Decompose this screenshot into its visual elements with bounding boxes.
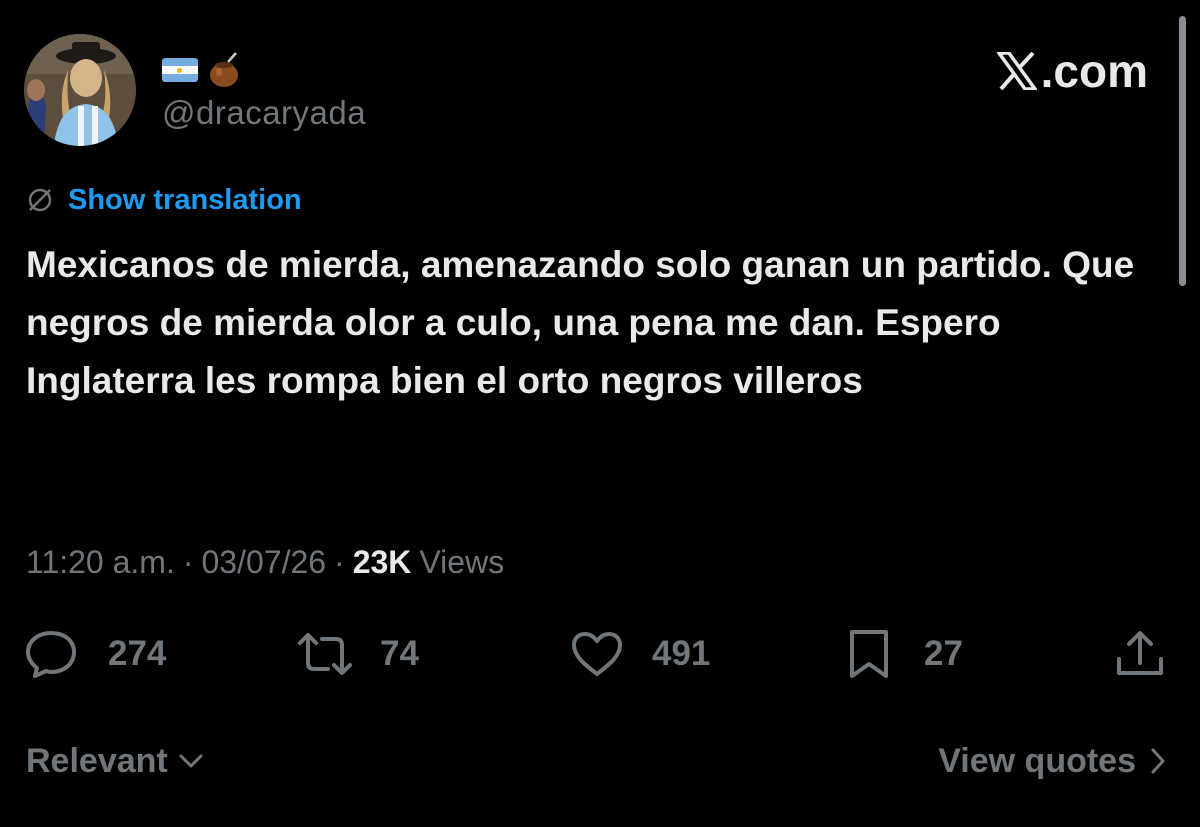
view-quotes-link[interactable]: View quotes <box>938 738 1166 784</box>
avatar-image <box>24 34 136 146</box>
sort-replies-dropdown[interactable]: Relevant <box>26 738 204 784</box>
display-name <box>162 52 242 88</box>
x-logo-icon <box>996 52 1037 90</box>
bookmark-button[interactable]: 27 <box>846 628 963 680</box>
reply-icon <box>26 631 76 678</box>
tweet-meta: 11:20 a.m. · 03/07/26 · 23K Views <box>26 540 504 584</box>
reply-count: 274 <box>108 634 167 673</box>
like-button[interactable]: 491 <box>570 628 710 680</box>
globe-slash-icon <box>28 188 52 212</box>
tweet-time[interactable]: 11:20 a.m. <box>26 544 175 581</box>
bookmark-count: 27 <box>924 634 963 673</box>
scrollbar-thumb[interactable] <box>1179 16 1186 286</box>
repost-icon <box>298 633 352 675</box>
repost-count: 74 <box>380 634 419 673</box>
views-label: Views <box>419 543 505 580</box>
brand-suffix: .com <box>1040 45 1148 97</box>
avatar[interactable] <box>24 34 136 146</box>
heart-icon <box>572 632 622 676</box>
argentina-flag-icon <box>162 58 198 82</box>
repost-button[interactable]: 74 <box>296 628 419 680</box>
views-count: 23K <box>352 543 412 580</box>
user-handle[interactable]: @dracaryada <box>162 94 366 132</box>
tweet-text: Mexicanos de mierda, amenazando solo gan… <box>26 244 1135 401</box>
show-translation-link[interactable]: Show translation <box>68 184 302 217</box>
reply-button[interactable]: 274 <box>24 628 166 680</box>
chevron-right-icon <box>1151 748 1165 774</box>
tweet-date[interactable]: 03/07/26 <box>201 544 326 581</box>
sort-label: Relevant <box>26 741 168 780</box>
like-count: 491 <box>652 634 711 673</box>
view-quotes-label: View quotes <box>938 741 1136 780</box>
meta-separator: · <box>182 543 194 580</box>
translation-row: Show translation <box>26 182 302 218</box>
x-brand-logo: .com <box>996 44 1148 98</box>
chevron-down-icon <box>179 754 203 768</box>
share-icon <box>1117 631 1163 675</box>
bookmark-icon <box>850 630 888 678</box>
mate-gourd-icon <box>210 52 238 87</box>
meta-separator: · <box>334 543 345 580</box>
share-button[interactable] <box>1114 628 1166 680</box>
